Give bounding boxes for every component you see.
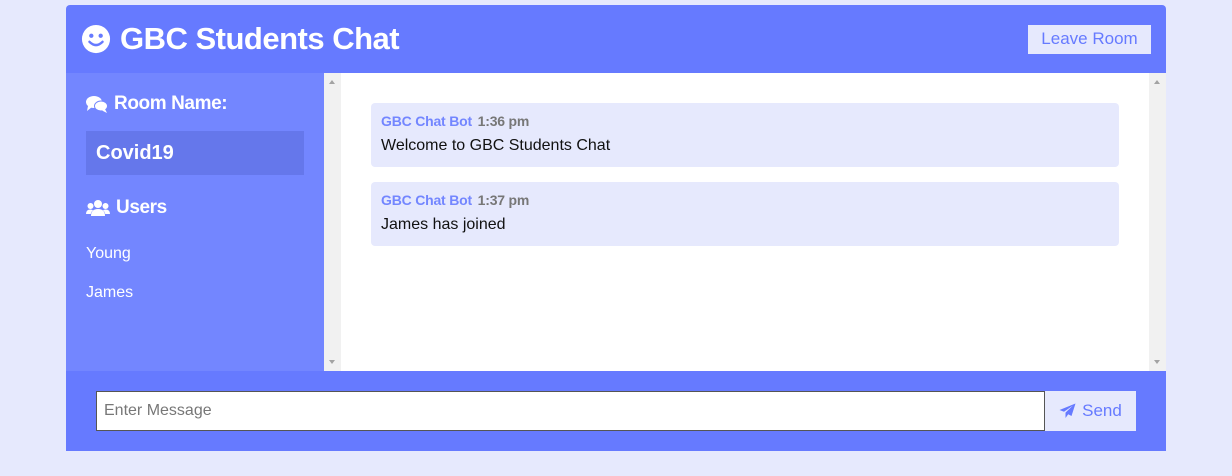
chat-app: GBC Students Chat Leave Room Room Name: … (66, 5, 1166, 451)
message-input[interactable] (96, 391, 1045, 431)
message-author: GBC Chat Bot (381, 113, 472, 129)
send-label: Send (1082, 401, 1122, 420)
chat-messages: GBC Chat Bot 1:36 pm Welcome to GBC Stud… (341, 73, 1149, 371)
brand: GBC Students Chat (81, 21, 400, 57)
room-name-value: Covid19 (86, 131, 304, 175)
user-item: James (86, 284, 134, 301)
users-label: Users (116, 197, 167, 218)
message-time: 1:37 pm (477, 192, 530, 208)
user-list: Young James (86, 234, 304, 312)
message-author: GBC Chat Bot (381, 192, 472, 208)
scroll-up-arrow-icon[interactable] (1154, 80, 1160, 84)
leave-room-button[interactable]: Leave Room (1028, 24, 1151, 54)
users-icon (86, 200, 110, 216)
room-name-label: Room Name: (114, 93, 228, 114)
user-item: Young (86, 245, 131, 262)
paper-plane-icon (1059, 403, 1076, 418)
message-meta: GBC Chat Bot 1:36 pm (381, 113, 1109, 129)
message-text: James has joined (381, 216, 506, 233)
message-meta: GBC Chat Bot 1:37 pm (381, 192, 1109, 208)
message: GBC Chat Bot 1:36 pm Welcome to GBC Stud… (371, 103, 1119, 167)
message-text: Welcome to GBC Students Chat (381, 137, 611, 154)
scroll-up-arrow-icon[interactable] (329, 80, 335, 84)
chat-scrollbar[interactable] (1149, 73, 1166, 371)
room-name-heading: Room Name: (86, 93, 304, 115)
message-composer: Send (66, 371, 1166, 451)
users-heading: Users (86, 197, 304, 219)
message-time: 1:36 pm (477, 113, 530, 129)
smile-icon (81, 24, 111, 54)
scroll-down-arrow-icon[interactable] (1154, 360, 1160, 364)
message: GBC Chat Bot 1:37 pm James has joined (371, 182, 1119, 246)
sidebar: Room Name: Covid19 Users Young James (66, 73, 324, 371)
app-title: GBC Students Chat (120, 21, 400, 56)
comments-icon (86, 96, 108, 113)
send-button[interactable]: Send (1045, 391, 1136, 431)
sidebar-scrollbar[interactable] (324, 73, 341, 371)
scroll-down-arrow-icon[interactable] (329, 360, 335, 364)
chat-header: GBC Students Chat Leave Room (66, 5, 1166, 73)
